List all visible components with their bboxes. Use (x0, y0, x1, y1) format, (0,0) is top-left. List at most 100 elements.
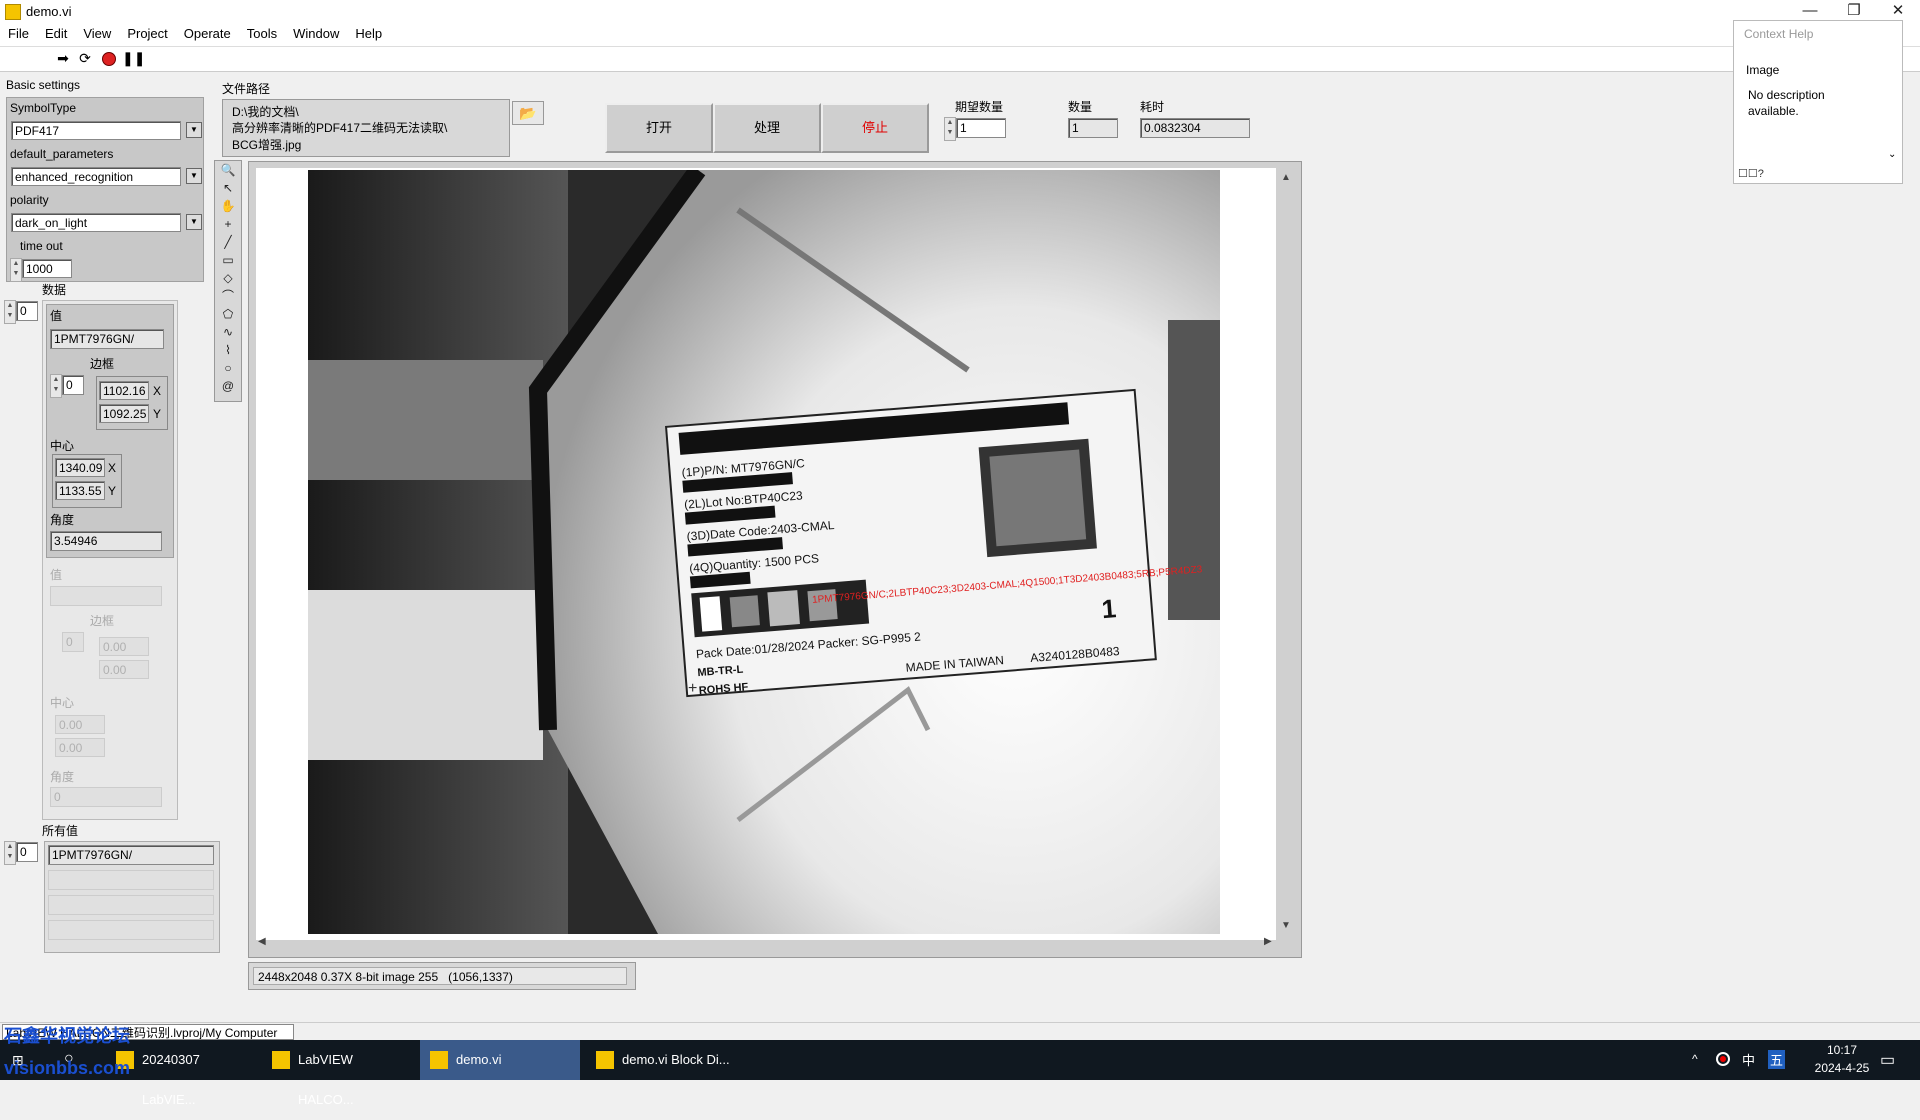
process-button[interactable]: 处理 (713, 103, 821, 153)
chevron-down-icon[interactable]: ▼ (186, 168, 202, 184)
zoom-icon[interactable]: 🔍 (217, 162, 239, 179)
all-values-item-empty (48, 895, 214, 915)
scroll-up-arrow-icon[interactable]: ▲ (1281, 172, 1291, 183)
all-values-item-empty (48, 920, 214, 940)
context-help-heading: Image (1746, 63, 1780, 77)
data-index-spinner[interactable]: ▲ ▼ (4, 300, 16, 324)
photo-svg: (1P)P/N: MT7976GN/C (2L)Lot No:BTP40C23 … (308, 170, 1220, 934)
context-help-window: Context Help Image No description availa… (1733, 20, 1903, 184)
clock-time[interactable]: 10:17 (1812, 1043, 1872, 1057)
menu-bar: File Edit View Project Operate Tools Window Hel… (0, 24, 1920, 47)
stop-button[interactable]: 停止 (821, 103, 929, 153)
chevron-down-icon[interactable]: ▼ (186, 214, 202, 230)
open-button[interactable]: 打开 (605, 103, 713, 153)
default-parameters-field[interactable]: enhanced_recognition (11, 167, 181, 186)
symbol-type-label: SymbolType (10, 101, 77, 115)
border-y-disabled: 0.00 (99, 660, 149, 679)
center-y-disabled: 0.00 (55, 738, 105, 757)
point-tool-icon[interactable]: + (217, 216, 239, 233)
windows-taskbar: ⊞ ○ 20240307 LabVIE... LabVIEW HALCO... … (0, 1026, 1920, 1107)
freehand-tool-icon[interactable]: ∿ (217, 324, 239, 341)
menu-project[interactable]: Project (119, 24, 175, 43)
clock-date[interactable]: 2024-4-25 (1802, 1061, 1882, 1075)
all-values-label: 所有值 (42, 824, 79, 838)
menu-operate[interactable]: Operate (176, 24, 239, 43)
scroll-right-arrow-icon[interactable]: ▶ (1264, 936, 1272, 947)
menu-window[interactable]: Window (285, 24, 347, 43)
file-path-control[interactable]: D:\我的文档\ 高分辨率清晰的PDF417二维码无法读取\ BCG增强.jpg (222, 99, 510, 157)
value-label: 值 (50, 309, 63, 323)
panel-horizontal-scrollbar[interactable]: LabVIEW HALCON二维码识别.lvproj/My Computer (0, 1022, 1920, 1041)
browse-folder-icon[interactable]: 📂 (512, 101, 544, 125)
menu-help[interactable]: Help (347, 24, 390, 43)
taskbar-item-block-diagram[interactable]: demo.vi Block Di... (586, 1040, 736, 1080)
labview-icon (272, 1051, 290, 1069)
border-x-label: X (153, 384, 162, 398)
menu-view[interactable]: View (75, 24, 119, 43)
spiral-tool-icon[interactable]: @ (217, 378, 239, 395)
expected-count-field[interactable]: 1 (956, 118, 1006, 138)
menu-tools[interactable]: Tools (239, 24, 285, 43)
all-values-spinner[interactable]: ▲ ▼ (4, 841, 16, 865)
expected-count-spinner[interactable]: ▲ ▼ (944, 117, 956, 141)
default-parameters-label: default_parameters (10, 147, 114, 161)
abort-icon[interactable] (100, 50, 118, 66)
border-label-disabled: 边框 (90, 614, 115, 628)
menu-file[interactable]: File (0, 24, 37, 43)
run-arrow-icon[interactable]: ➡ (54, 50, 72, 66)
border-index-disabled: 0 (62, 632, 84, 652)
pan-hand-icon[interactable]: ✋ (217, 198, 239, 215)
timeout-label: time out (20, 239, 63, 253)
context-help-scroll-down-icon[interactable]: ⌄ (1888, 149, 1896, 160)
center-y-label: Y (108, 484, 117, 498)
data-index-field[interactable]: 0 (16, 301, 38, 321)
menu-edit[interactable]: Edit (37, 24, 75, 43)
line-tool-icon[interactable]: ╱ (217, 234, 239, 251)
polyline-tool-icon[interactable]: ⌇ (217, 342, 239, 359)
annulus-tool-icon[interactable]: ⌒ (217, 288, 239, 305)
border-y-field: 1092.25 (99, 404, 149, 423)
pointer-icon[interactable]: ↖ (217, 180, 239, 197)
rotated-rect-tool-icon[interactable]: ◇ (217, 270, 239, 287)
record-icon[interactable] (1716, 1052, 1730, 1066)
polygon-tool-icon[interactable]: ⬠ (217, 306, 239, 323)
scroll-down-arrow-icon[interactable]: ▼ (1281, 920, 1291, 931)
angle-field-disabled: 0 (50, 787, 162, 807)
pause-icon[interactable]: ❚❚ (122, 50, 145, 66)
value-label-disabled: 值 (50, 568, 63, 582)
run-continuously-icon[interactable]: ⟳ (76, 50, 94, 66)
timeout-field[interactable]: 1000 (22, 259, 72, 278)
labview-app-icon (5, 4, 21, 20)
image-info-text: 2448x2048 0.37X 8-bit image 255 (258, 970, 439, 984)
context-help-buttons-icon[interactable]: ☐☐? (1738, 167, 1764, 180)
notification-icon[interactable]: ▭ (1880, 1050, 1895, 1070)
tray-chevron-up-icon[interactable]: ^ (1692, 1052, 1698, 1066)
all-values-item-empty (48, 870, 214, 890)
border-index-field[interactable]: 0 (62, 375, 84, 395)
window-title: demo.vi (26, 4, 72, 19)
labview-icon (430, 1051, 448, 1069)
ime-chinese-indicator[interactable]: 中 (1742, 1050, 1755, 1069)
ime-wubi-indicator[interactable]: 五 (1768, 1050, 1786, 1069)
rectangle-tool-icon[interactable]: ▭ (217, 252, 239, 269)
value-field-disabled (50, 586, 162, 606)
polarity-field[interactable]: dark_on_light (11, 213, 181, 232)
barcode-label-photo[interactable]: (1P)P/N: MT7976GN/C (2L)Lot No:BTP40C23 … (308, 170, 1220, 934)
border-y-label: Y (153, 407, 162, 421)
taskbar-item-demo-vi[interactable]: demo.vi (420, 1040, 580, 1080)
timeout-spinner[interactable]: ▲ ▼ (10, 258, 22, 282)
taskbar-item-labview-project[interactable]: LabVIEW HALCO... (262, 1040, 412, 1107)
chevron-down-icon[interactable]: ▼ (186, 122, 202, 138)
expected-count-label: 期望数量 (955, 100, 1004, 114)
center-x-disabled: 0.00 (55, 715, 105, 734)
watermark-line2: visionbbs.com (4, 1058, 131, 1078)
all-values-index[interactable]: 0 (16, 842, 38, 862)
image-status-bar: 2448x2048 0.37X 8-bit image 255 (1056,13… (248, 962, 636, 990)
oval-tool-icon[interactable]: ○ (217, 360, 239, 377)
label-one-text: 1 (1101, 593, 1118, 624)
border-index-spinner[interactable]: ▲ ▼ (50, 374, 62, 398)
file-path-line1: D:\我的文档\ (232, 105, 299, 119)
symbol-type-field[interactable]: PDF417 (11, 121, 181, 140)
watermark-line1: 石鑫华视觉论坛 (4, 1026, 130, 1046)
scroll-left-arrow-icon[interactable]: ◀ (258, 936, 266, 947)
